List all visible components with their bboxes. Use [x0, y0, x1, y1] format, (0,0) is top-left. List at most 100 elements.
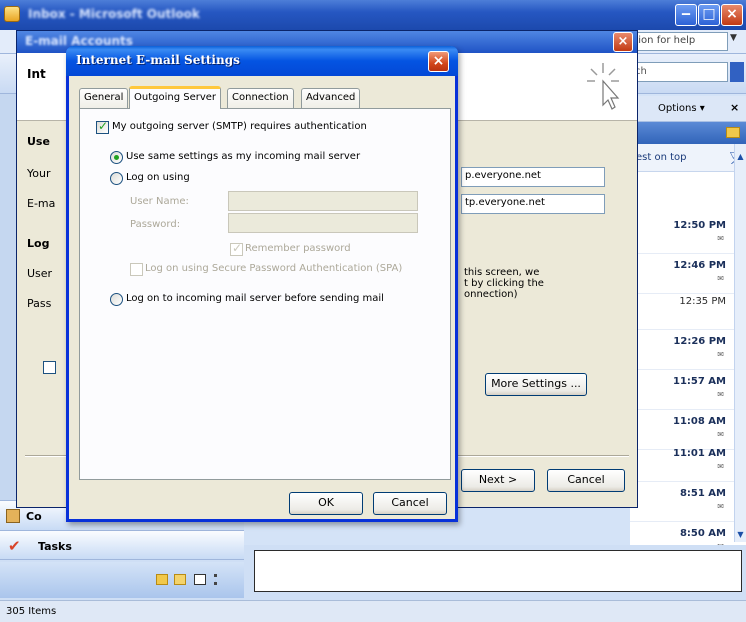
mail-list: 12:50 PM✉▽12:46 PM✉▽12:35 PM▽12:26 PM✉▽1… — [630, 172, 746, 562]
envelope-icon: ✉ — [717, 390, 724, 399]
mail-list-item[interactable]: 12:26 PM✉▽ — [630, 330, 744, 370]
options-menu-button[interactable]: Options ▾ — [658, 103, 705, 114]
envelope-icon: ✉ — [717, 430, 724, 439]
same-settings-label: Use same settings as my incoming mail se… — [126, 151, 361, 162]
spa-label: Log on using Secure Password Authenticat… — [145, 263, 403, 274]
logon-using-label: Log on using — [126, 172, 190, 183]
password-input[interactable] — [228, 213, 418, 233]
tab-outgoing-server[interactable]: Outgoing Server — [129, 86, 222, 109]
checkmark-icon: ✓ — [232, 241, 243, 255]
internet-email-settings-dialog: Internet E-mail Settings × General Outgo… — [66, 46, 458, 522]
status-item-count: 305 Items — [6, 606, 57, 617]
logon-info-section-label: Log — [27, 237, 50, 250]
contacts-icon — [6, 509, 20, 523]
contacts-label: Co — [26, 510, 42, 523]
radio-selected-dot — [114, 155, 119, 160]
mail-list-item[interactable]: 12:50 PM✉▽ — [630, 214, 744, 254]
tasks-label: Tasks — [38, 540, 72, 553]
logon-using-radio[interactable] — [110, 172, 123, 185]
reading-pane-box — [254, 550, 742, 592]
mail-received-time: 12:46 PM — [673, 260, 726, 271]
ok-button[interactable]: OK — [289, 492, 363, 515]
mail-list-item[interactable]: 11:01 AM✉▽ — [630, 442, 744, 482]
close-pane-icon[interactable]: × — [730, 101, 739, 114]
outlook-titlebar: Inbox - Microsoft Outlook ‒ □ × — [0, 0, 746, 30]
incoming-server-field[interactable]: p.everyone.net — [461, 167, 605, 187]
mail-list-item[interactable]: 12:35 PM▽ — [630, 290, 744, 330]
nav-shortcut-icons — [0, 562, 244, 598]
outgoing-server-field[interactable]: tp.everyone.net — [461, 194, 605, 214]
username-input[interactable] — [228, 191, 418, 211]
next-button[interactable]: Next > — [461, 469, 535, 492]
user-info-section-label: Use — [27, 135, 50, 148]
envelope-icon: ✉ — [717, 502, 724, 511]
remember-password-label: Remember password — [245, 243, 351, 254]
search-button[interactable] — [730, 62, 744, 82]
mail-received-time: 11:08 AM — [672, 416, 726, 427]
status-bar: 305 Items — [0, 600, 746, 622]
mail-received-time: 8:51 AM — [679, 488, 726, 499]
wizard-cursor-icon — [587, 63, 620, 110]
spa-checkbox[interactable] — [130, 263, 143, 276]
mail-list-item[interactable]: 8:51 AM✉▽ — [630, 482, 744, 522]
tab-advanced[interactable]: Advanced — [301, 88, 361, 108]
logon-incoming-label: Log on to incoming mail server before se… — [126, 293, 384, 304]
email-address-label: E-ma — [27, 197, 56, 210]
account-settings-note-text: this screen, we t by clicking the onnect… — [464, 267, 544, 300]
username-label: User Name: — [130, 196, 189, 207]
mail-list-item[interactable]: 11:57 AM✉▽ — [630, 370, 744, 410]
mail-received-time: 8:50 AM — [679, 528, 726, 539]
configure-buttons-icon[interactable] — [214, 574, 218, 585]
password-label-dialog: Password: — [130, 219, 181, 230]
scroll-up-icon[interactable]: ▲ — [735, 152, 746, 161]
remember-password-checkbox[interactable]: ✓ — [230, 241, 243, 256]
smtp-auth-checkbox[interactable]: ✓ — [96, 119, 109, 134]
reading-pane — [244, 545, 746, 600]
mail-received-time: 12:50 PM — [673, 220, 726, 231]
shortcuts-icon[interactable] — [194, 574, 206, 585]
user-name-label: User — [27, 267, 53, 280]
logon-incoming-radio[interactable] — [110, 293, 123, 306]
notes-icon[interactable] — [156, 574, 168, 585]
password-label: Pass — [27, 297, 52, 310]
more-settings-button[interactable]: More Settings ... — [485, 373, 587, 396]
email-accounts-close-button[interactable]: × — [613, 32, 633, 52]
close-button[interactable]: × — [721, 4, 743, 26]
help-dropdown-icon[interactable]: ▼ — [730, 33, 737, 43]
dialog-cancel-button[interactable]: Cancel — [373, 492, 447, 515]
require-spa-checkbox[interactable] — [43, 361, 56, 374]
smtp-auth-label: My outgoing server (SMTP) requires authe… — [112, 121, 367, 132]
your-name-label: Your — [27, 167, 51, 180]
minimize-button[interactable]: ‒ — [675, 4, 697, 26]
folder-icon — [726, 127, 740, 138]
tasks-nav-button[interactable]: ✔ Tasks — [0, 530, 244, 560]
tab-general[interactable]: General — [79, 88, 129, 108]
email-accounts-header-title: Int — [27, 67, 46, 81]
envelope-icon: ✉ — [717, 462, 724, 471]
maximize-button[interactable]: □ — [698, 4, 720, 26]
outgoing-server-panel: ✓ My outgoing server (SMTP) requires aut… — [79, 108, 451, 480]
dialog-close-button[interactable]: × — [428, 51, 449, 72]
envelope-icon: ✉ — [717, 234, 724, 243]
mail-received-time: 12:35 PM — [679, 296, 726, 307]
mail-list-scrollbar[interactable]: ▲ ▼ — [734, 144, 746, 542]
mail-received-time: 11:01 AM — [672, 448, 726, 459]
dialog-title: Internet E-mail Settings — [76, 53, 240, 67]
mail-list-item[interactable]: 12:46 PM✉▽ — [630, 254, 744, 294]
tasks-icon: ✔ — [8, 537, 21, 555]
tab-connection[interactable]: Connection — [227, 88, 294, 108]
folder-header — [630, 122, 746, 144]
arrange-by-header[interactable]: est on top ▽ ^ — [630, 144, 746, 172]
mail-received-time: 12:26 PM — [673, 336, 726, 347]
same-settings-radio[interactable] — [110, 151, 123, 164]
scroll-down-icon[interactable]: ▼ — [735, 530, 746, 539]
checkmark-icon: ✓ — [98, 119, 109, 133]
outlook-app-icon — [4, 6, 20, 22]
folder-list-icon[interactable] — [174, 574, 186, 585]
envelope-icon: ✉ — [717, 274, 724, 283]
accounts-cancel-button[interactable]: Cancel — [547, 469, 625, 492]
mail-received-time: 11:57 AM — [672, 376, 726, 387]
account-settings-note: this screen, we t by clicking the onnect… — [464, 267, 604, 300]
arrange-by-label: est on top — [636, 152, 687, 163]
options-bar: Options ▾ × — [630, 96, 746, 122]
